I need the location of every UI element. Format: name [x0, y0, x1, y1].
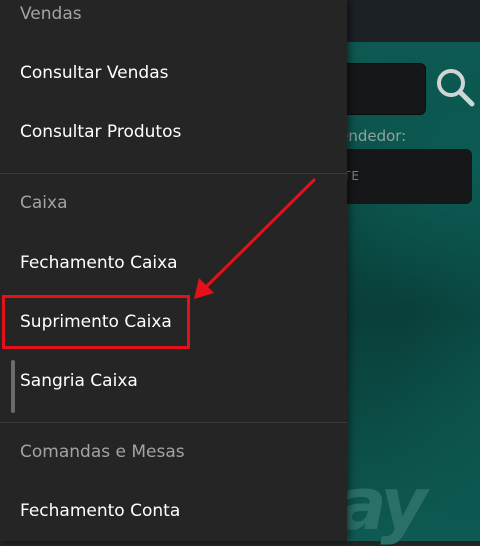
menu-item-label: Consultar Vendas	[20, 63, 169, 83]
search-icon[interactable]	[434, 66, 476, 108]
menu-item-sangria-caixa[interactable]: Sangria Caixa	[0, 352, 347, 410]
menu-item-consultar-vendas[interactable]: Consultar Vendas	[0, 44, 347, 102]
menu-item-fechamento-caixa[interactable]: Fechamento Caixa	[0, 234, 347, 292]
section-divider	[0, 173, 347, 174]
section-title-vendas: Vendas	[20, 4, 82, 24]
menu-item-consultar-produtos[interactable]: Consultar Produtos	[0, 103, 347, 161]
menu-item-suprimento-caixa[interactable]: Suprimento Caixa	[0, 293, 347, 351]
menu-item-fechamento-conta[interactable]: Fechamento Conta	[0, 482, 347, 540]
menu-item-label: Sangria Caixa	[20, 371, 138, 391]
menu-item-label: Suprimento Caixa	[20, 312, 172, 332]
menu-item-label: Fechamento Caixa	[20, 253, 178, 273]
menu-item-label: Consultar Produtos	[20, 122, 182, 142]
drawer-scrollbar[interactable]	[11, 360, 15, 413]
section-title-comandas-e-mesas: Comandas e Mesas	[20, 442, 185, 462]
section-title-caixa: Caixa	[20, 193, 68, 213]
logo-watermark: ay	[338, 462, 427, 546]
section-divider	[0, 422, 347, 423]
navigation-drawer: Vendas Consultar Vendas Consultar Produt…	[0, 0, 347, 541]
menu-item-label: Fechamento Conta	[20, 501, 181, 521]
